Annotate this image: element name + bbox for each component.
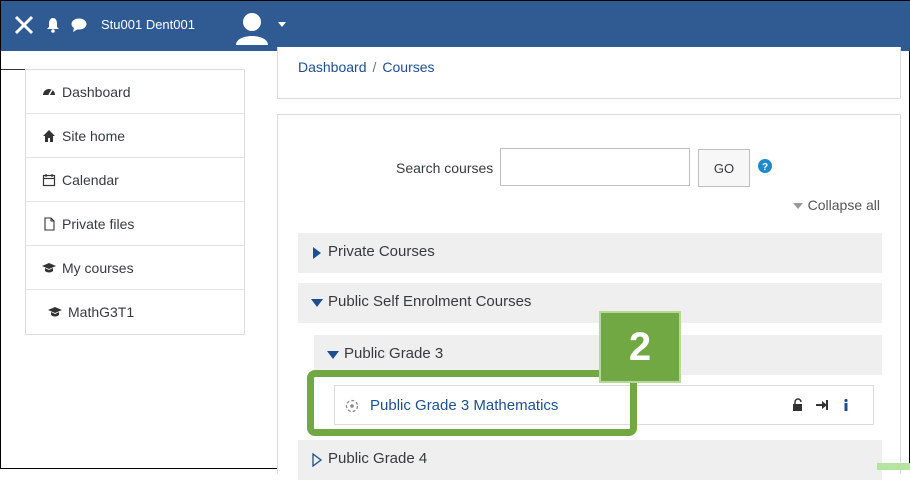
category-public-self-enrolment[interactable]: Public Self Enrolment Courses [298, 283, 882, 323]
step-number-badge: 2 [599, 311, 681, 383]
bell-icon[interactable] [45, 17, 61, 33]
sidebar-item-label: MathG3T1 [68, 304, 135, 320]
divider [1, 69, 25, 70]
sidebar-item-dashboard[interactable]: Dashboard [26, 70, 244, 114]
sidebar-item-calendar[interactable]: Calendar [26, 158, 244, 202]
top-navbar: Stu001 Dent001 [1, 1, 910, 51]
user-name[interactable]: Stu001 Dent001 [101, 17, 195, 32]
triangle-down-icon [792, 203, 803, 210]
category-label: Private Courses [328, 243, 435, 260]
category-label: Public Self Enrolment Courses [328, 293, 532, 310]
sidebar-item-label: Private files [62, 215, 135, 232]
category-public-grade-3[interactable]: Public Grade 3 [314, 335, 882, 375]
sidebar-item-label: My courses [62, 259, 134, 276]
sidebar-item-private-files[interactable]: Private files [26, 202, 244, 246]
file-icon [44, 216, 55, 231]
course-actions [791, 398, 853, 412]
go-button[interactable]: GO [698, 149, 750, 187]
sidebar-item-mathg3t1[interactable]: MathG3T1 [26, 290, 244, 334]
sidebar-item-my-courses[interactable]: My courses [26, 246, 244, 290]
graduation-cap-icon [48, 307, 62, 317]
svg-text:?: ? [762, 162, 768, 173]
close-icon[interactable] [11, 12, 37, 38]
sidebar-item-label: Calendar [62, 171, 119, 188]
avatar-icon[interactable] [233, 9, 271, 47]
home-icon [43, 129, 55, 142]
dashboard-icon [43, 88, 55, 95]
sidebar-item-label: Site home [62, 127, 126, 144]
search-label: Search courses [396, 160, 494, 176]
graduation-cap-icon [42, 262, 56, 272]
breadcrumb-courses[interactable]: Courses [382, 59, 434, 75]
category-private-courses[interactable]: Private Courses [298, 233, 882, 273]
collapse-all-label: Collapse all [807, 197, 880, 213]
enrol-icon[interactable] [815, 398, 829, 412]
breadcrumb-separator: / [372, 59, 377, 75]
triangle-down-icon [311, 299, 323, 307]
search-input[interactable] [500, 148, 690, 186]
chat-icon[interactable] [71, 18, 87, 32]
highlight-frame [307, 370, 637, 436]
category-public-grade-4[interactable]: Public Grade 4 [298, 440, 882, 480]
sidebar-nav: Dashboard Site home Calendar Private fil… [25, 69, 245, 335]
triangle-down-icon [327, 351, 339, 359]
category-label: Public Grade 4 [328, 450, 428, 467]
sidebar-item-site-home[interactable]: Site home [26, 114, 244, 158]
collapse-all-link[interactable]: Collapse all [792, 197, 880, 213]
breadcrumb-dashboard[interactable]: Dashboard [298, 59, 367, 75]
breadcrumb: Dashboard / Courses [298, 59, 435, 75]
triangle-right-outline-icon [312, 453, 323, 467]
sidebar-item-label: Dashboard [62, 83, 131, 100]
info-icon[interactable] [839, 398, 853, 412]
breadcrumb-container: Dashboard / Courses [277, 47, 901, 99]
caret-down-icon[interactable] [277, 21, 287, 29]
help-icon[interactable]: ? [758, 159, 772, 173]
unlock-icon[interactable] [791, 398, 805, 412]
triangle-right-icon [313, 247, 321, 259]
category-label: Public Grade 3 [344, 345, 444, 362]
calendar-icon [42, 173, 56, 186]
